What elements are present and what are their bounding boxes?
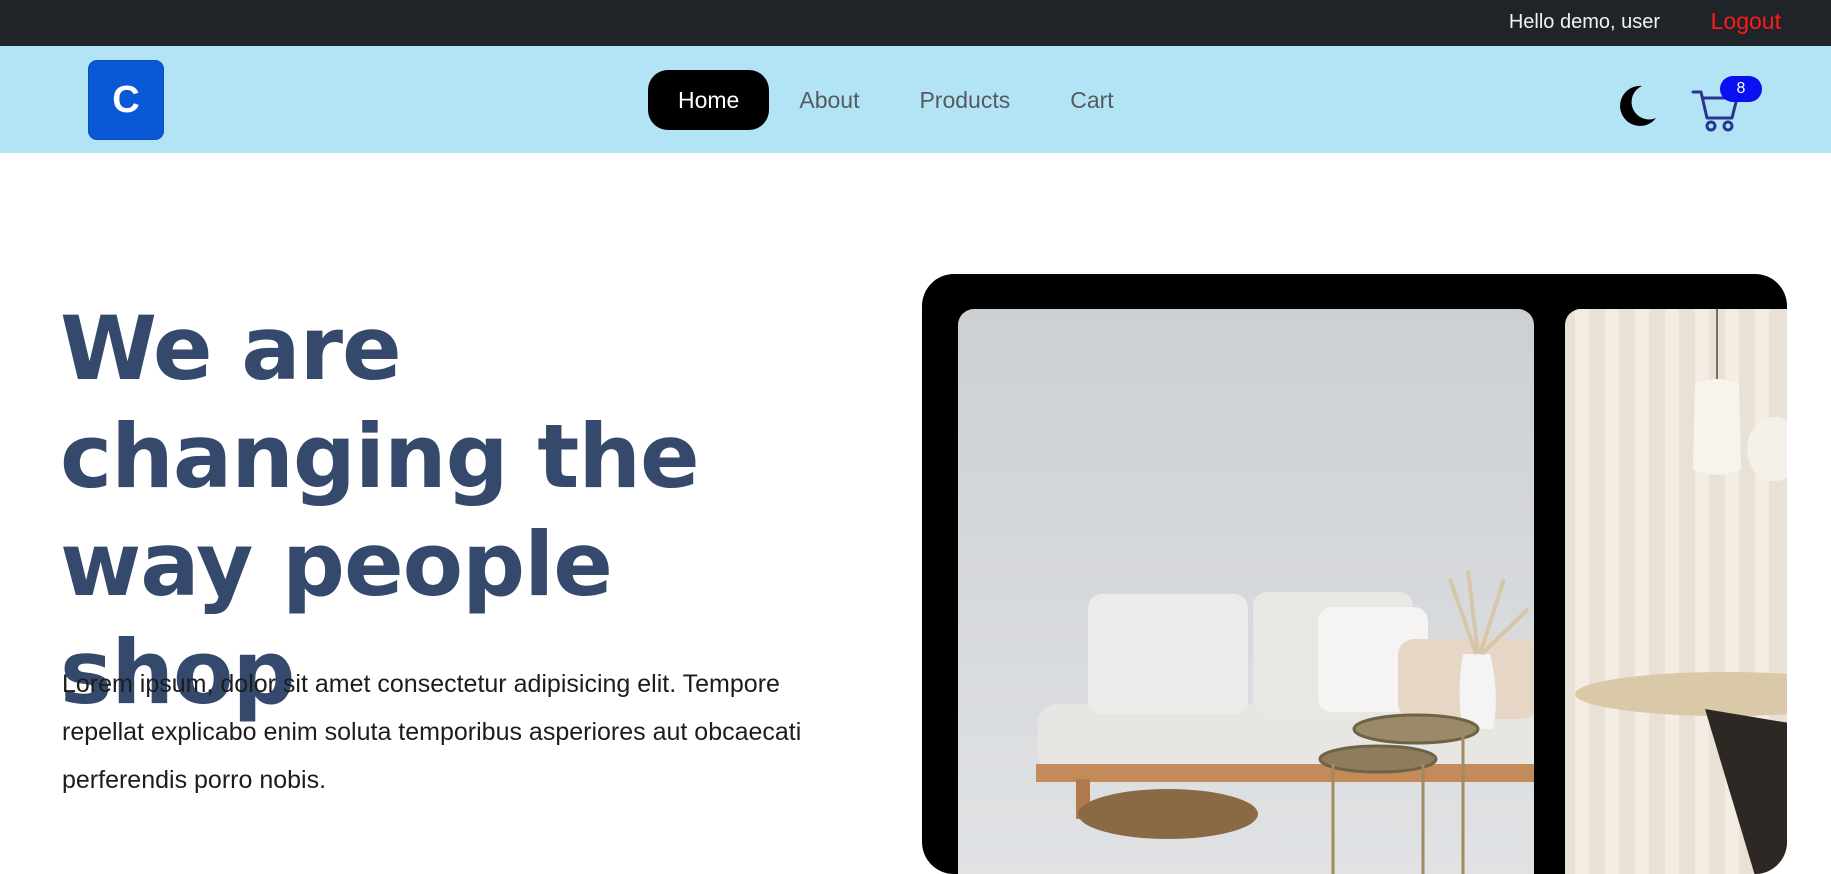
- nav-links: Home About Products Cart: [648, 70, 1144, 130]
- moon-icon: [1620, 85, 1656, 126]
- nav-link-cart[interactable]: Cart: [1040, 70, 1143, 130]
- nav-link-home[interactable]: Home: [648, 70, 770, 130]
- cart-count-badge: 8: [1720, 76, 1762, 102]
- sofa-room-image: [958, 309, 1534, 874]
- user-greeting: Hello demo, user: [1508, 11, 1660, 33]
- carousel-slide-sofa: [958, 309, 1534, 874]
- carousel-slide-dining: [1565, 309, 1787, 874]
- nav-link-about[interactable]: About: [769, 70, 889, 130]
- top-bar: Hello demo, user Logout: [0, 0, 1831, 46]
- theme-toggle-button[interactable]: [1612, 82, 1660, 130]
- logout-link[interactable]: Logout: [1711, 8, 1781, 35]
- dining-room-image: [1565, 309, 1787, 874]
- logo-button[interactable]: C: [88, 60, 164, 140]
- main-navbar: C Home About Products Cart 8: [0, 46, 1831, 153]
- nav-link-products[interactable]: Products: [889, 70, 1040, 130]
- hero-carousel[interactable]: [922, 274, 1787, 874]
- hero-description: Lorem ipsum, dolor sit amet consectetur …: [62, 670, 802, 794]
